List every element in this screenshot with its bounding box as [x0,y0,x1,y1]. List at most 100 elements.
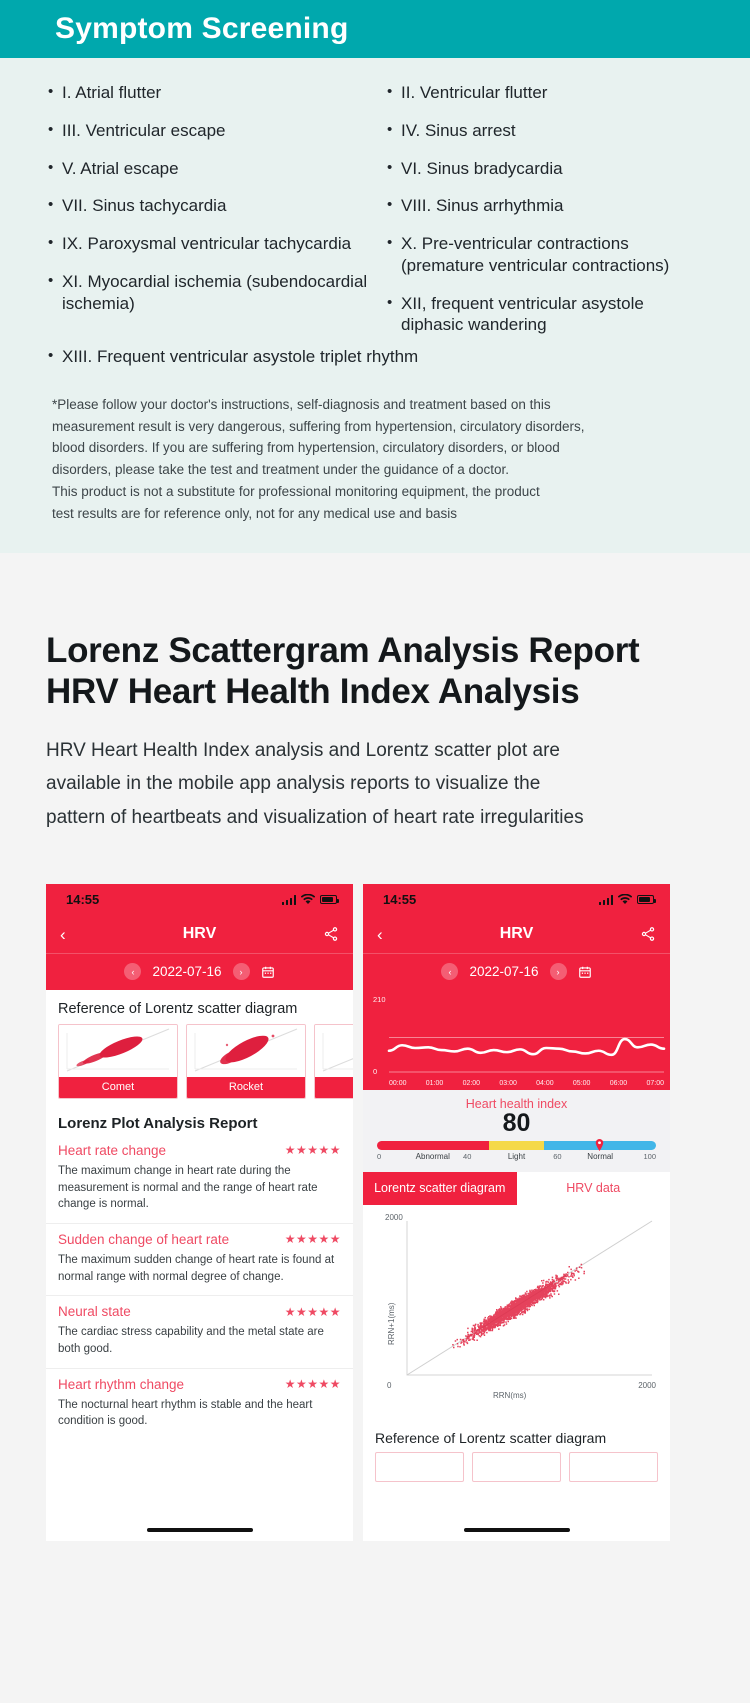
disclaimer-line: measurement result is very dangerous, su… [52,418,585,434]
disclaimer-line: test results are for reference only, not… [52,506,457,522]
list-item: • V. Atrial escape [48,158,379,180]
gauge-bar [377,1141,656,1151]
scatter-ylabel: RRN+1(ms) [387,1302,396,1346]
xtick: 01:00 [425,1079,444,1087]
thumbnail-3[interactable] [569,1452,658,1483]
list-item: • VI. Sinus bradycardia [387,158,710,180]
report-item-body: The maximum sudden change of heart rate … [58,1253,335,1283]
lorenz-heading: Lorenz Scattergram Analysis Report HRV H… [0,631,750,712]
thumbnail-2[interactable] [472,1452,561,1483]
lorenz-report-section: Lorenz Scattergram Analysis Report HRV H… [0,552,750,1703]
phone-screenshots: 14:55 ‹ HRV ‹ 2022-07-16 › Reference of … [0,834,750,1541]
report-item-body: The maximum change in heart rate during … [58,1164,318,1211]
phone-right: 14:55 ‹ HRV ‹ 2022-07-16 › 210 0 00:00 0… [363,883,670,1541]
lorenz-subtitle-line1: HRV Heart Health Index analysis and Lore… [46,740,560,762]
gauge-marker-icon [595,1139,604,1152]
star-rating: ★★★★★ [284,1304,341,1319]
back-button[interactable]: ‹ [377,926,383,943]
calendar-icon[interactable] [578,965,592,979]
bullet-icon: • [48,234,54,251]
list-item-label: V. Atrial escape [62,158,179,178]
scatter-xlabel: RRN(ms) [493,1391,527,1401]
list-item-label: X. Pre-ventricular contractions (prematu… [401,234,670,275]
thumbnail-partial[interactable]: S [314,1023,353,1099]
tab-lorentz-scatter-diagram[interactable]: Lorentz scatter diagram [363,1172,517,1206]
home-indicator [363,1527,670,1532]
xtick: 07:00 [646,1079,664,1087]
list-item-label: VI. Sinus bradycardia [401,158,563,178]
star-rating: ★★★★★ [284,1377,341,1392]
back-button[interactable]: ‹ [60,926,66,943]
thumbnail-1[interactable] [375,1452,464,1483]
list-item-label: XI. Myocardial ischemia (subendocardial … [62,271,368,313]
scatter-xtick-min: 0 [387,1381,392,1391]
bullet-icon: • [48,83,54,100]
reference-thumbnails: Comet Rocket [46,1023,353,1099]
report-item: Neural state ★★★★★ The cardiac stress ca… [46,1296,353,1369]
thumbnail-label: Rocket [187,1076,305,1098]
nav-title: HRV [499,925,534,943]
disclaimer-line: disorders, please take the test and trea… [52,462,510,478]
gauge-zone-label: Light [507,1152,526,1162]
battery-icon [320,895,339,905]
battery-icon [637,895,656,905]
list-item-label: I. Atrial flutter [62,83,162,102]
symptom-header: Symptom Screening [0,0,750,58]
list-item: • II. Ventricular flutter [387,82,710,104]
list-item-label: VIII. Sinus arrhythmia [401,196,564,216]
wifi-icon [301,894,315,905]
xtick: 06:00 [609,1079,628,1087]
scatter-thumb-plot [59,1024,177,1077]
tab-hrv-data[interactable]: HRV data [516,1172,670,1206]
reference-title: Reference of Lorentz scatter diagram [375,1430,607,1447]
thumbnail-label: Comet [59,1076,177,1098]
list-item-label: IV. Sinus arrest [401,120,516,140]
xtick: 04:00 [536,1079,554,1087]
xtick: 03:00 [499,1079,517,1087]
bullet-icon: • [48,158,54,176]
xtick: 05:00 [572,1079,591,1087]
symptom-screening-section: Symptom Screening • I. Atrial flutter • … [0,0,750,553]
prev-date-button[interactable]: ‹ [441,963,459,981]
xtick: 00:00 [389,1079,407,1087]
list-item: • XII, frequent ventricular asystole dip… [387,293,710,337]
report-item: Heart rate change ★★★★★ The maximum chan… [46,1135,353,1224]
lorenz-subtitle-line2: available in the mobile app analysis rep… [46,773,541,795]
list-item-label: IX. Paroxysmal ventricular tachycardia [62,234,352,253]
report-item-name: Neural state [58,1304,131,1320]
list-item: • VII. Sinus tachycardia [48,195,379,217]
thumbnail-rocket[interactable]: Rocket [186,1023,306,1099]
symptom-list: • I. Atrial flutter • III. Ventricular e… [0,58,750,352]
next-date-button[interactable]: › [549,963,567,981]
date-selector: ‹ 2022-07-16 › [46,953,353,990]
phone-left: 14:55 ‹ HRV ‹ 2022-07-16 › Reference of … [46,883,353,1541]
disclaimer-line: *Please follow your doctor's instruction… [52,396,551,412]
date-selector: ‹ 2022-07-16 › [363,953,670,990]
bullet-icon: • [387,120,393,138]
prev-date-button[interactable]: ‹ [124,963,142,981]
lorenz-subtitle-line3: pattern of heartbeats and visualization … [46,806,584,828]
next-date-button[interactable]: › [232,963,250,981]
share-icon[interactable] [640,926,656,942]
bullet-icon: • [387,234,393,251]
wifi-icon [618,894,632,905]
symptom-column-right: • II. Ventricular flutter • IV. Sinus ar… [379,82,710,352]
list-item: • IX. Paroxysmal ventricular tachycardia [48,233,379,255]
bullet-icon: • [387,196,393,214]
thumbnail-label: S [315,1076,353,1098]
thumbnail-comet[interactable]: Comet [58,1023,178,1099]
disclaimer-line: blood disorders. If you are suffering fr… [52,440,560,456]
bullet-icon: • [387,293,393,311]
report-item-name: Sudden change of heart rate [58,1231,230,1247]
home-indicator [46,1527,353,1532]
lorenz-heading-line1: Lorenz Scattergram Analysis Report [46,630,640,670]
tab-bar: Lorentz scatter diagram HRV data [363,1172,670,1206]
scatter-svg [406,1220,653,1376]
nav-title: HRV [182,925,217,943]
share-icon[interactable] [323,926,339,942]
calendar-icon[interactable] [261,965,275,979]
date-value: 2022-07-16 [152,964,222,980]
star-rating: ★★★★★ [284,1232,341,1247]
report-item-name: Heart rate change [58,1142,167,1158]
report-item: Sudden change of heart rate ★★★★★ The ma… [46,1224,353,1297]
